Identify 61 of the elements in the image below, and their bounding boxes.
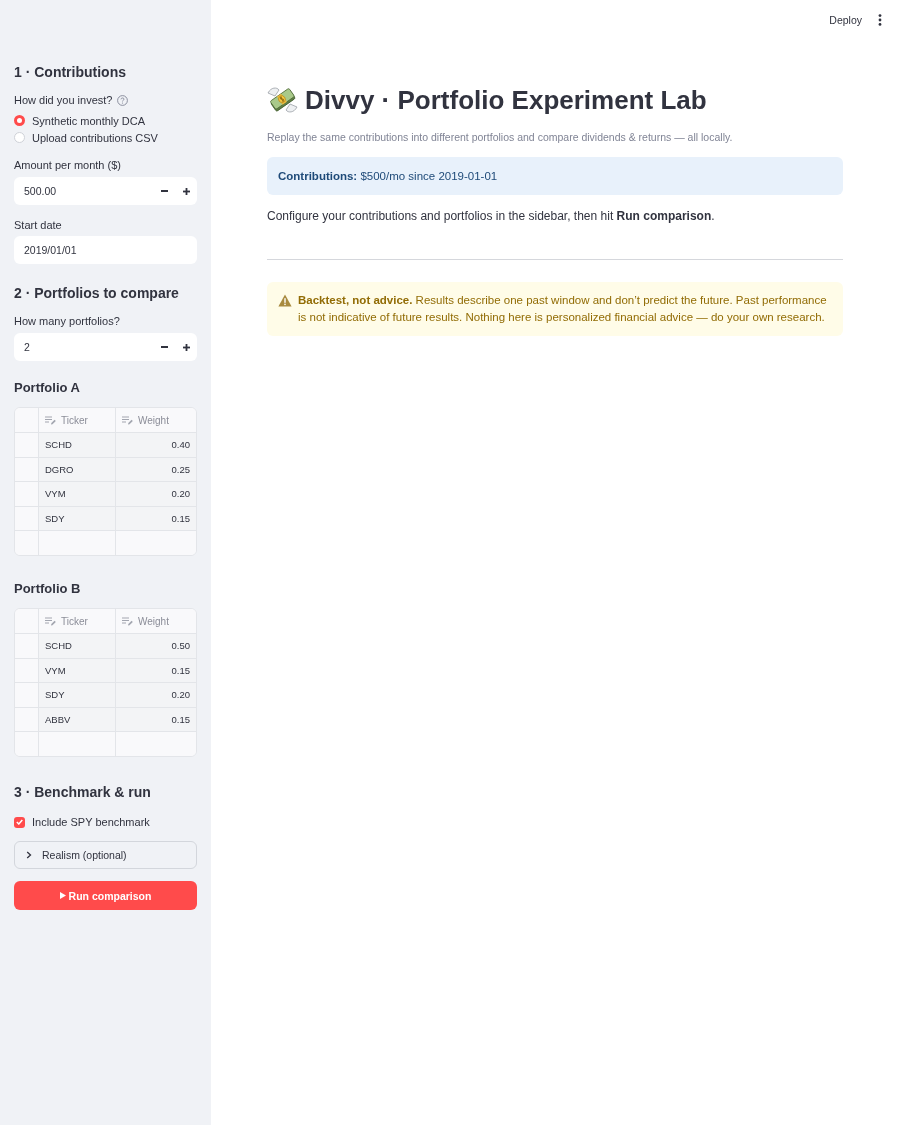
- info-message: Contributions: $500/mo since 2019-01-01: [267, 157, 843, 195]
- portfolio-title: Portfolio B: [14, 580, 82, 598]
- warning-icon: [278, 294, 292, 307]
- warning-text: Backtest, not advice. Results describe one past window and don’t predict the future. Past performance is not indicative of future results. Nothing here is personalized financial advice — do your own research.: [298, 293, 828, 325]
- field-label: How many portfolios?: [14, 314, 120, 329]
- table-cell[interactable]: SCHD: [39, 433, 116, 458]
- radio-label[interactable]: Synthetic monthly DCA: [32, 112, 146, 129]
- table-cell[interactable]: 0.20: [116, 482, 196, 507]
- plus-icon: [182, 343, 190, 351]
- column-label: Weight: [138, 414, 169, 426]
- checkbox[interactable]: [14, 816, 25, 828]
- minus-icon: [160, 190, 168, 192]
- table-cell[interactable]: 0.25: [116, 457, 196, 482]
- deploy-button[interactable]: Deploy: [825, 12, 866, 28]
- increment-button[interactable]: [175, 177, 197, 205]
- table-cell[interactable]: 0.15: [116, 506, 196, 531]
- menu-icon[interactable]: [878, 14, 882, 26]
- increment-button[interactable]: [175, 333, 197, 361]
- page-title: Divvy · Portfolio Experiment Lab: [305, 84, 707, 117]
- minus-icon: [160, 346, 168, 348]
- table-cell[interactable]: VYM: [39, 482, 116, 507]
- date-field[interactable]: 2019/01/01: [14, 236, 197, 264]
- column-label: Ticker: [61, 414, 88, 426]
- table-cell[interactable]: 0.20: [116, 683, 196, 708]
- list-pencil-icon: [122, 415, 133, 425]
- list-pencil-icon: [45, 616, 56, 626]
- radio-button[interactable]: [14, 115, 25, 126]
- caption-text: Replay the same contributions into different portfolios and compare dividends & returns — all locally.: [267, 130, 734, 145]
- table-cell[interactable]: 0.50: [116, 634, 196, 659]
- table-cell[interactable]: DGRO: [39, 457, 116, 482]
- table-cell[interactable]: 0.40: [116, 433, 196, 458]
- table-cell[interactable]: VYM: [39, 658, 116, 683]
- field-label: Amount per month ($): [14, 158, 121, 173]
- table-cell[interactable]: SDY: [39, 506, 116, 531]
- radio-button[interactable]: [14, 132, 25, 143]
- amount-field[interactable]: 500.00: [14, 177, 153, 205]
- plus-icon: [182, 187, 190, 195]
- table-cell[interactable]: 0.15: [116, 707, 196, 732]
- column-label: Weight: [138, 615, 169, 627]
- radio-label[interactable]: Upload contributions CSV: [32, 129, 158, 146]
- portfolio-title: Portfolio A: [14, 379, 81, 397]
- section-heading: 2 · Portfolios to compare: [14, 284, 180, 303]
- section-heading: 3 · Benchmark & run: [14, 783, 152, 802]
- help-icon[interactable]: [117, 94, 129, 106]
- field-label: Start date: [14, 218, 62, 233]
- table-cell[interactable]: ABBV: [39, 707, 116, 732]
- section-heading: 1 · Contributions: [14, 63, 127, 82]
- field-label: How did you invest?: [14, 93, 113, 108]
- tick-icon: [16, 819, 23, 825]
- money-wings-icon: [267, 85, 298, 115]
- table-cell[interactable]: SCHD: [39, 634, 116, 659]
- instructions-text: Configure your contributions and portfolios in the sidebar, then hit Run comparison.: [267, 208, 716, 224]
- list-pencil-icon: [122, 616, 133, 626]
- column-label: Ticker: [61, 615, 88, 627]
- realism-expander[interactable]: Realism (optional): [14, 841, 197, 869]
- checkbox-label[interactable]: Include SPY benchmark: [32, 814, 150, 830]
- play-icon: [59, 892, 66, 899]
- list-pencil-icon: [45, 415, 56, 425]
- table-cell[interactable]: SDY: [39, 683, 116, 708]
- table-cell[interactable]: 0.15: [116, 658, 196, 683]
- count-field[interactable]: 2: [14, 333, 153, 361]
